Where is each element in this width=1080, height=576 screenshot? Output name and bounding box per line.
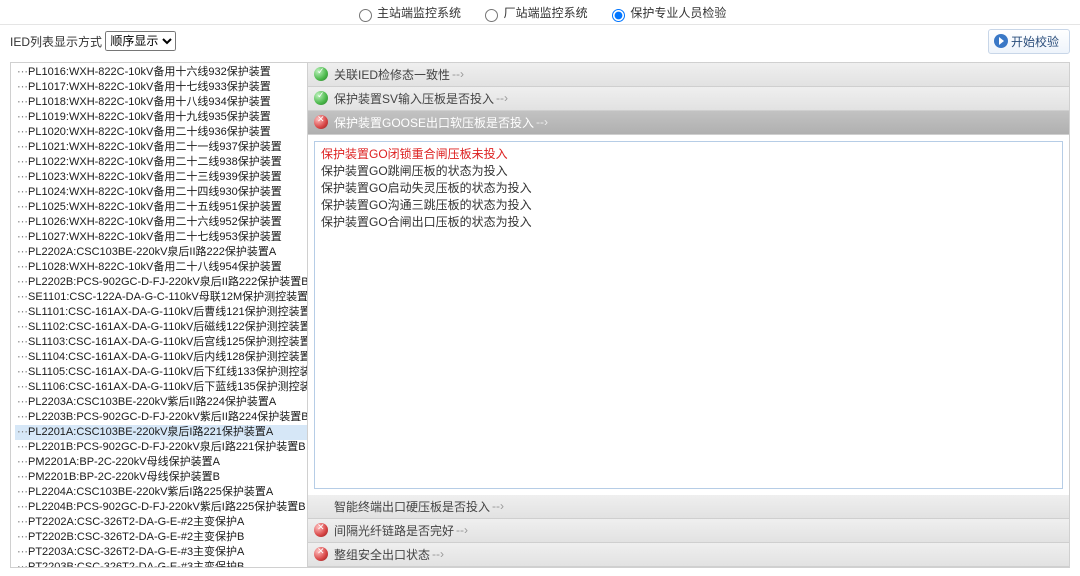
ied-tree-item[interactable]: PL2202A:CSC103BE-220kV泉后II路222保护装置A (15, 245, 307, 260)
ied-tree-item[interactable]: PT2202A:CSC-326T2-DA-G-E-#2主变保护A (15, 515, 307, 530)
ied-tree-item[interactable]: PT2203B:CSC-326T2-DA-G-E-#3主变保护B (15, 560, 307, 567)
section-title: 整组安全出口状态 (334, 546, 430, 563)
ied-tree-item[interactable]: PL1021:WXH-822C-10kV备用二十一线937保护装置 (15, 140, 307, 155)
ied-tree-item[interactable]: PL2204B:PCS-902GC-D-FJ-220kV紫后I路225保护装置B (15, 500, 307, 515)
detail-line: 保护装置GO跳闸压板的状态为投入 (321, 163, 1056, 180)
ied-tree-item[interactable]: PL1018:WXH-822C-10kV备用十八线934保护装置 (15, 95, 307, 110)
section-title: 间隔光纤链路是否完好 (334, 522, 454, 539)
detail-line: 保护装置GO沟通三跳压板的状态为投入 (321, 197, 1056, 214)
ied-tree-item[interactable]: PL1025:WXH-822C-10kV备用二十五线951保护装置 (15, 200, 307, 215)
ied-tree-item[interactable]: PL1024:WXH-822C-10kV备用二十四线930保护装置 (15, 185, 307, 200)
ied-tree-item[interactable]: PL2201B:PCS-902GC-D-FJ-220kV泉后I路221保护装置B (15, 440, 307, 455)
ied-tree-scroll[interactable]: PL1016:WXH-822C-10kV备用十六线932保护装置PL1017:W… (11, 63, 307, 567)
check-ok-icon (314, 91, 328, 105)
radio-opt3-label: 保护专业人员检验 (630, 6, 726, 20)
display-mode-select[interactable]: 顺序显示 (105, 31, 176, 51)
expand-arrow-icon: --› (452, 67, 464, 81)
expand-arrow-icon: --› (432, 547, 444, 561)
result-pane: 关联IED检修态一致性 --› 保护装置SV输入压板是否投入 --› 保护装置G… (308, 63, 1069, 567)
expand-arrow-icon: --› (456, 523, 468, 537)
check-ok-icon (314, 67, 328, 81)
check-fail-icon (314, 523, 328, 537)
ied-tree-item[interactable]: SL1106:CSC-161AX-DA-G-110kV后下蓝线135保护测控装置 (15, 380, 307, 395)
ied-tree-list: PL1016:WXH-822C-10kV备用十六线932保护装置PL1017:W… (11, 63, 307, 567)
detail-line: 保护装置GO闭锁重合闸压板未投入 (321, 146, 1056, 163)
ied-tree-item[interactable]: SL1103:CSC-161AX-DA-G-110kV后宫线125保护测控装置 (15, 335, 307, 350)
ied-tree-item[interactable]: PL1023:WXH-822C-10kV备用二十三线939保护装置 (15, 170, 307, 185)
ied-tree-item[interactable]: PM2201B:BP-2C-220kV母线保护装置B (15, 470, 307, 485)
main-area: PL1016:WXH-822C-10kV备用十六线932保护装置PL1017:W… (10, 62, 1070, 568)
ied-tree-item[interactable]: PL1026:WXH-822C-10kV备用二十六线952保护装置 (15, 215, 307, 230)
ied-tree-item[interactable]: SL1104:CSC-161AX-DA-G-110kV后内线128保护测控装置 (15, 350, 307, 365)
start-verify-label: 开始校验 (1011, 35, 1059, 49)
section-goose-out[interactable]: 保护装置GOOSE出口软压板是否投入 --› (308, 111, 1069, 135)
radio-opt3-input[interactable] (612, 9, 625, 22)
radio-opt2[interactable]: 厂站端监控系统 (480, 6, 591, 20)
radio-opt2-input[interactable] (485, 9, 498, 22)
section-title: 保护装置GOOSE出口软压板是否投入 (334, 114, 534, 131)
section-title: 关联IED检修态一致性 (334, 66, 450, 83)
ied-tree-item[interactable]: PL1027:WXH-822C-10kV备用二十七线953保护装置 (15, 230, 307, 245)
ied-tree-item[interactable]: PL1019:WXH-822C-10kV备用十九线935保护装置 (15, 110, 307, 125)
ied-tree-item[interactable]: PT2203A:CSC-326T2-DA-G-E-#3主变保护A (15, 545, 307, 560)
detail-line: 保护装置GO合闸出口压板的状态为投入 (321, 214, 1056, 231)
ied-tree-pane: PL1016:WXH-822C-10kV备用十六线932保护装置PL1017:W… (11, 63, 308, 567)
section-safe-output[interactable]: 整组安全出口状态 --› (308, 543, 1069, 567)
ied-tree-item[interactable]: PL1022:WXH-822C-10kV备用二十二线938保护装置 (15, 155, 307, 170)
toolbar: IED列表显示方式 顺序显示 开始校验 (0, 25, 1080, 58)
ied-tree-item[interactable]: PL2201A:CSC103BE-220kV泉后I路221保护装置A (15, 425, 307, 440)
section-fiber-link[interactable]: 间隔光纤链路是否完好 --› (308, 519, 1069, 543)
system-selector: 主站端监控系统 厂站端监控系统 保护专业人员检验 (0, 0, 1080, 25)
ied-tree-item[interactable]: PL2203B:PCS-902GC-D-FJ-220kV紫后II路224保护装置… (15, 410, 307, 425)
radio-opt3[interactable]: 保护专业人员检验 (607, 6, 726, 20)
ied-tree-item[interactable]: PL2203A:CSC103BE-220kV紫后II路224保护装置A (15, 395, 307, 410)
ied-tree-item[interactable]: PL2202B:PCS-902GC-D-FJ-220kV泉后II路222保护装置… (15, 275, 307, 290)
expand-arrow-icon: --› (536, 115, 548, 129)
play-icon (994, 34, 1008, 48)
ied-tree-item[interactable]: PL1028:WXH-822C-10kV备用二十八线954保护装置 (15, 260, 307, 275)
ied-tree-item[interactable]: PL2204A:CSC103BE-220kV紫后I路225保护装置A (15, 485, 307, 500)
section-related-ied[interactable]: 关联IED检修态一致性 --› (308, 63, 1069, 87)
ied-tree-item[interactable]: SL1101:CSC-161AX-DA-G-110kV后曹线121保护测控装置 (15, 305, 307, 320)
detail-line: 保护装置GO启动失灵压板的状态为投入 (321, 180, 1056, 197)
ied-tree-item[interactable]: SL1102:CSC-161AX-DA-G-110kV后磁线122保护测控装置 (15, 320, 307, 335)
start-verify-button[interactable]: 开始校验 (988, 29, 1070, 54)
ied-tree-item[interactable]: PM2201A:BP-2C-220kV母线保护装置A (15, 455, 307, 470)
check-fail-icon (314, 547, 328, 561)
ied-tree-item[interactable]: SE1101:CSC-122A-DA-G-C-110kV母联12M保护测控装置 (15, 290, 307, 305)
radio-opt1[interactable]: 主站端监控系统 (354, 6, 465, 20)
section-hard-plate[interactable]: 智能终端出口硬压板是否投入 --› (308, 495, 1069, 519)
section-title: 保护装置SV输入压板是否投入 (334, 90, 494, 107)
section-sv-input[interactable]: 保护装置SV输入压板是否投入 --› (308, 87, 1069, 111)
detail-panel: 保护装置GO闭锁重合闸压板未投入保护装置GO跳闸压板的状态为投入保护装置GO启动… (314, 141, 1063, 489)
radio-opt1-label: 主站端监控系统 (377, 6, 461, 20)
display-mode-label: IED列表显示方式 (10, 33, 102, 50)
ied-tree-item[interactable]: PT2202B:CSC-326T2-DA-G-E-#2主变保护B (15, 530, 307, 545)
radio-opt1-input[interactable] (359, 9, 372, 22)
radio-opt2-label: 厂站端监控系统 (504, 6, 588, 20)
expand-arrow-icon: --› (496, 91, 508, 105)
section-title: 智能终端出口硬压板是否投入 (334, 498, 490, 515)
ied-tree-item[interactable]: SL1105:CSC-161AX-DA-G-110kV后下红线133保护测控装置 (15, 365, 307, 380)
expand-arrow-icon: --› (492, 499, 504, 513)
ied-tree-item[interactable]: PL1017:WXH-822C-10kV备用十七线933保护装置 (15, 80, 307, 95)
ied-tree-item[interactable]: PL1020:WXH-822C-10kV备用二十线936保护装置 (15, 125, 307, 140)
check-fail-icon (314, 115, 328, 129)
ied-tree-item[interactable]: PL1016:WXH-822C-10kV备用十六线932保护装置 (15, 65, 307, 80)
